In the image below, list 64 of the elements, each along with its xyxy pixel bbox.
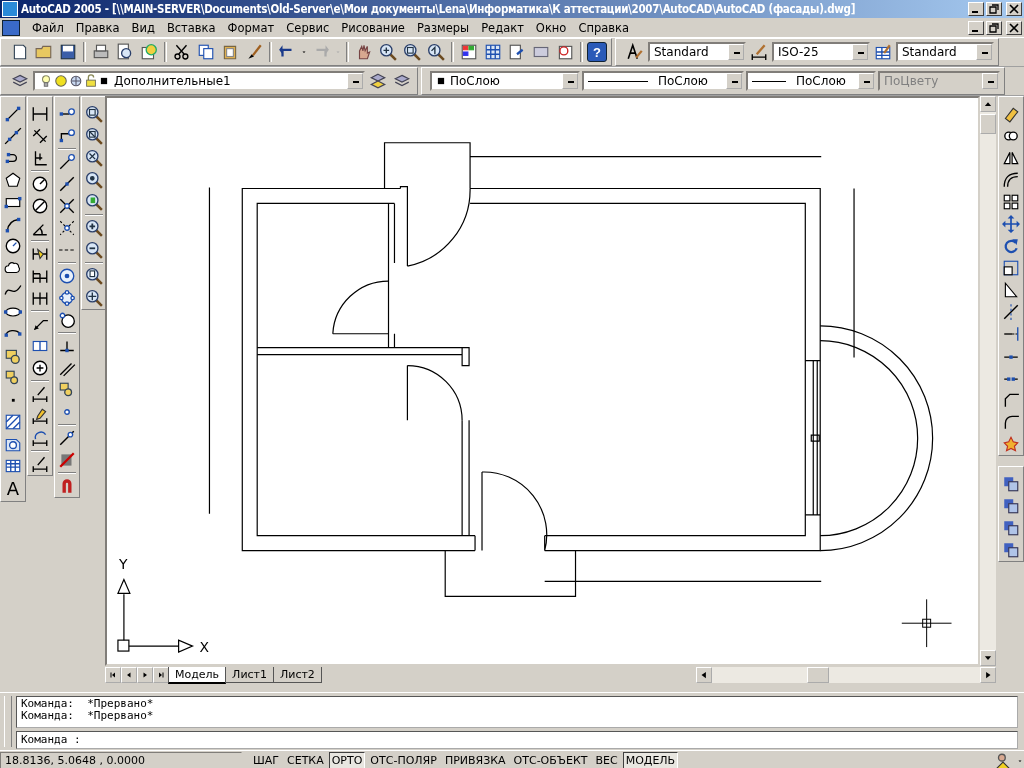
axis-label: Y <box>118 555 128 572</box>
command-input[interactable]: Команда : <box>16 731 1018 749</box>
command-line: Команда: *Прервано* <box>21 710 155 722</box>
text-style-dropdown[interactable]: Standard <box>648 42 746 62</box>
menu-item[interactable]: Справка <box>572 19 636 36</box>
axis-label: X <box>199 639 210 656</box>
vertical-scrollbar[interactable] <box>980 96 996 666</box>
menu-item[interactable]: Вставка <box>160 19 222 36</box>
window-title: AutoCAD 2005 - [\\MAIN-SERVER\Documents\Old-Server\e\Мои документы\Lena\Информатика\К аттестации\2007\AutoCAD\AutoCAD (фасады).dwg] <box>21 2 856 16</box>
menu-item[interactable]: Редакт <box>475 19 530 36</box>
drawing-canvas[interactable]: Y X <box>105 96 980 666</box>
sun-icon <box>54 74 68 88</box>
padlock-icon <box>84 74 98 88</box>
toolbar-grip[interactable] <box>4 696 12 747</box>
ucs-axes-icon <box>117 577 195 653</box>
menu-item[interactable]: Правка <box>69 19 126 36</box>
minimize-icon <box>972 11 978 13</box>
line-sample-icon <box>588 80 648 82</box>
color-swatch-icon <box>436 76 446 86</box>
crosshair-cursor-icon <box>901 598 952 648</box>
document-icon <box>2 19 20 36</box>
menu-item[interactable]: Файл <box>26 19 70 36</box>
menu-item[interactable]: Сервис <box>280 19 336 36</box>
scrollbar-thumb[interactable] <box>807 667 829 683</box>
lineweight-dropdown[interactable]: ПоСлою <box>746 71 876 91</box>
menu-item[interactable]: Рисование <box>335 19 411 36</box>
zoom-window-icon[interactable] <box>401 41 423 63</box>
scrollbar-thumb[interactable] <box>980 114 996 134</box>
dimension-style-dropdown[interactable]: ISO-25 <box>772 42 870 62</box>
minimize-button[interactable] <box>968 2 984 16</box>
restore-button[interactable] <box>986 2 1002 16</box>
help-button[interactable]: ? <box>587 42 607 62</box>
status-toggle[interactable]: МОДЕЛЬ <box>622 752 679 768</box>
restore-icon <box>989 22 999 33</box>
app-icon <box>2 1 18 17</box>
minimize-icon <box>972 29 978 32</box>
close-button[interactable] <box>1006 20 1022 35</box>
color-dropdown[interactable]: ПоСлою <box>430 71 580 91</box>
status-toggle[interactable]: ОРТО <box>328 752 366 768</box>
close-icon <box>1009 4 1019 14</box>
zoom-previous-icon[interactable] <box>425 41 447 63</box>
bulb-icon <box>39 74 53 88</box>
color-swatch-icon <box>99 76 109 86</box>
command-line: Команда: *Прервано* <box>21 698 155 710</box>
menu-item[interactable]: Вид <box>125 19 161 36</box>
menu-item[interactable]: Размеры <box>410 19 476 36</box>
close-icon <box>1009 22 1019 33</box>
table-style-dropdown[interactable]: Standard <box>896 42 994 62</box>
zoom-icon[interactable] <box>377 41 399 63</box>
restore-icon <box>989 4 999 14</box>
minimize-button[interactable] <box>968 20 984 35</box>
layout-tab[interactable]: Лист2 <box>273 667 322 683</box>
restore-button[interactable] <box>986 20 1002 35</box>
linetype-dropdown[interactable]: ПоСлою <box>582 71 744 91</box>
layer-dropdown[interactable]: Дополнительные1 <box>33 71 365 91</box>
menu-item[interactable]: Формат <box>221 19 281 36</box>
layout-tab[interactable]: Лист1 <box>225 667 274 683</box>
menu-item[interactable]: Окно <box>529 19 573 36</box>
text-tool-button[interactable]: A <box>6 477 20 501</box>
line-sample-icon <box>752 80 786 82</box>
layout-tab[interactable]: Модель <box>168 666 227 684</box>
close-button[interactable] <box>1006 2 1022 16</box>
horizontal-scrollbar[interactable] <box>696 667 996 683</box>
coordinates-display: 18.8136, 5.0648 , 0.0000 <box>0 752 242 768</box>
